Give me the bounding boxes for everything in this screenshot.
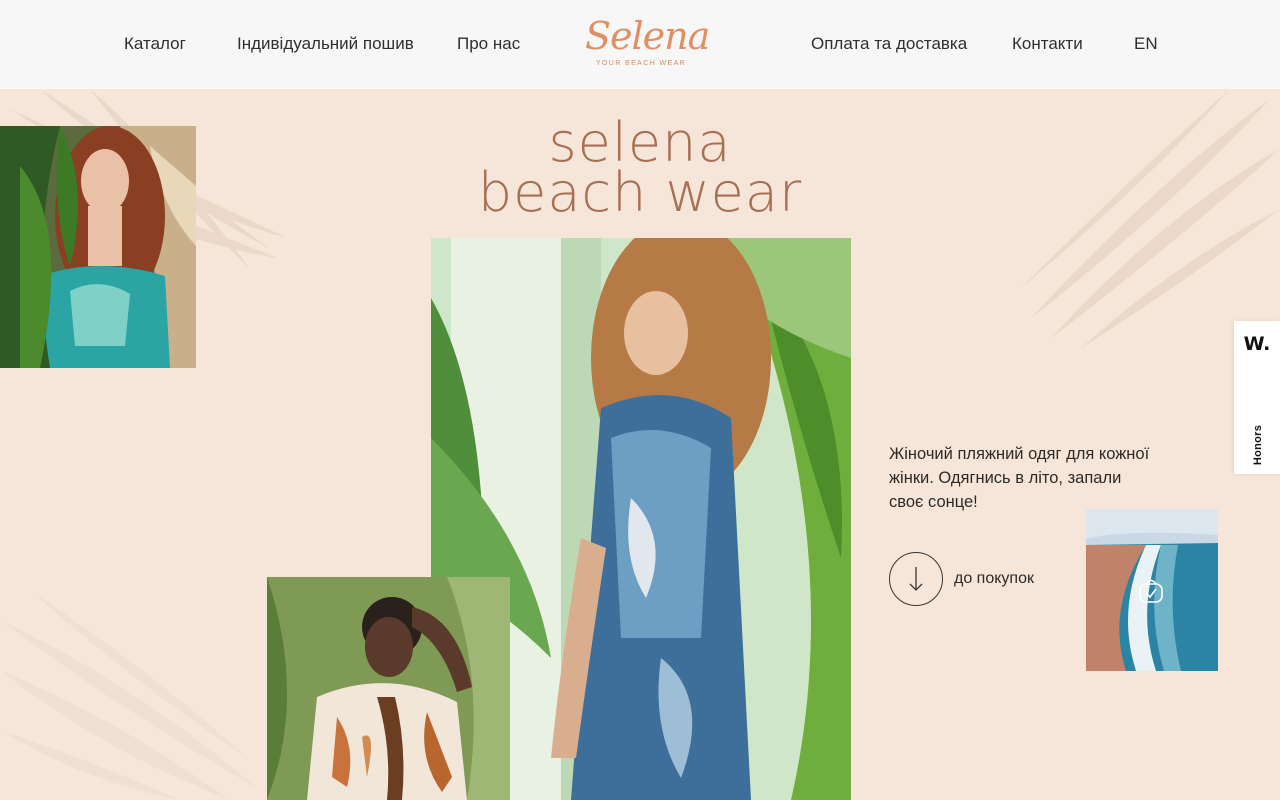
hero-tagline: Жіночий пляжний одяг для кожної жінки. О… — [889, 445, 1150, 511]
nav-catalog[interactable]: Каталог — [124, 34, 186, 54]
photo-model-redhead — [0, 126, 196, 368]
cta-circle-button[interactable] — [889, 552, 943, 606]
shopping-basket-icon[interactable] — [1138, 577, 1164, 605]
shop-cta[interactable]: до покупок — [889, 552, 1034, 606]
honors-w-mark: W. — [1243, 333, 1271, 355]
photo-model-bottom — [267, 577, 510, 800]
site-header: Каталог Індивідуальний пошив Про нас Sel… — [0, 0, 1280, 89]
honors-label: Honors — [1252, 424, 1264, 466]
logo-wordmark: Selena — [585, 14, 710, 58]
language-switch[interactable]: EN — [1134, 34, 1158, 54]
logo-tagline: YOUR BEACH WEAR — [595, 60, 687, 67]
palm-leaf-decoration-left-bottom — [0, 590, 260, 800]
honors-badge[interactable]: W. Honors — [1234, 321, 1280, 474]
nav-contacts[interactable]: Контакти — [1012, 34, 1083, 54]
arrow-down-icon — [909, 567, 923, 591]
nav-about[interactable]: Про нас — [457, 34, 520, 54]
nav-payment-delivery[interactable]: Оплата та доставка — [811, 34, 967, 54]
palm-leaf-decoration-right-top — [1020, 89, 1280, 349]
hero-title-line-2: beach wear — [477, 161, 803, 224]
logo[interactable]: Selena YOUR BEACH WEAR — [585, 8, 710, 80]
hero-title: selena beach wear — [420, 116, 860, 224]
nav-custom-tailoring[interactable]: Індивідуальний пошив — [237, 34, 414, 54]
cta-label[interactable]: до покупок — [954, 570, 1034, 588]
